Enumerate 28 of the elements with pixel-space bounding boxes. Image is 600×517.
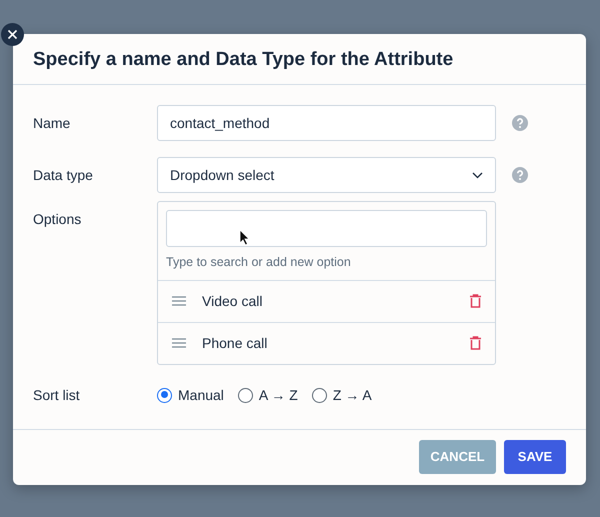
radio-button[interactable] — [157, 388, 172, 403]
drag-handle-icon[interactable] — [172, 338, 186, 348]
close-icon — [7, 29, 18, 40]
radio-label: Z → A — [332, 386, 372, 405]
option-label: Video call — [202, 292, 264, 311]
save-button[interactable]: SAVE — [504, 440, 566, 474]
help-icon[interactable] — [512, 167, 528, 183]
field-label: Data type — [33, 166, 94, 185]
radio-button[interactable] — [238, 388, 253, 403]
option-label: Phone call — [202, 334, 268, 353]
drag-handle-icon[interactable] — [172, 296, 186, 306]
cursor-icon — [239, 229, 250, 246]
field-label: Options — [33, 210, 82, 229]
help-icon[interactable] — [512, 115, 528, 131]
radio-label: A → Z — [258, 386, 298, 405]
field-label: Name — [33, 114, 72, 132]
radio-button[interactable] — [312, 388, 327, 403]
hint-text: Type to search or add new option — [166, 255, 351, 269]
radio-label: Manual — [178, 386, 224, 405]
trash-icon[interactable] — [470, 294, 481, 308]
option-search-field[interactable] — [166, 210, 487, 247]
dialog-title: Specify a name and Data Type for the Attribute — [33, 48, 454, 72]
data-type-select[interactable]: Dropdown select — [157, 157, 496, 193]
field-label: Sort list — [33, 386, 81, 405]
close-button[interactable] — [1, 23, 24, 46]
name-field[interactable]: contact_method — [157, 105, 496, 141]
chevron-down-icon — [472, 172, 483, 178]
trash-icon[interactable] — [470, 336, 481, 350]
